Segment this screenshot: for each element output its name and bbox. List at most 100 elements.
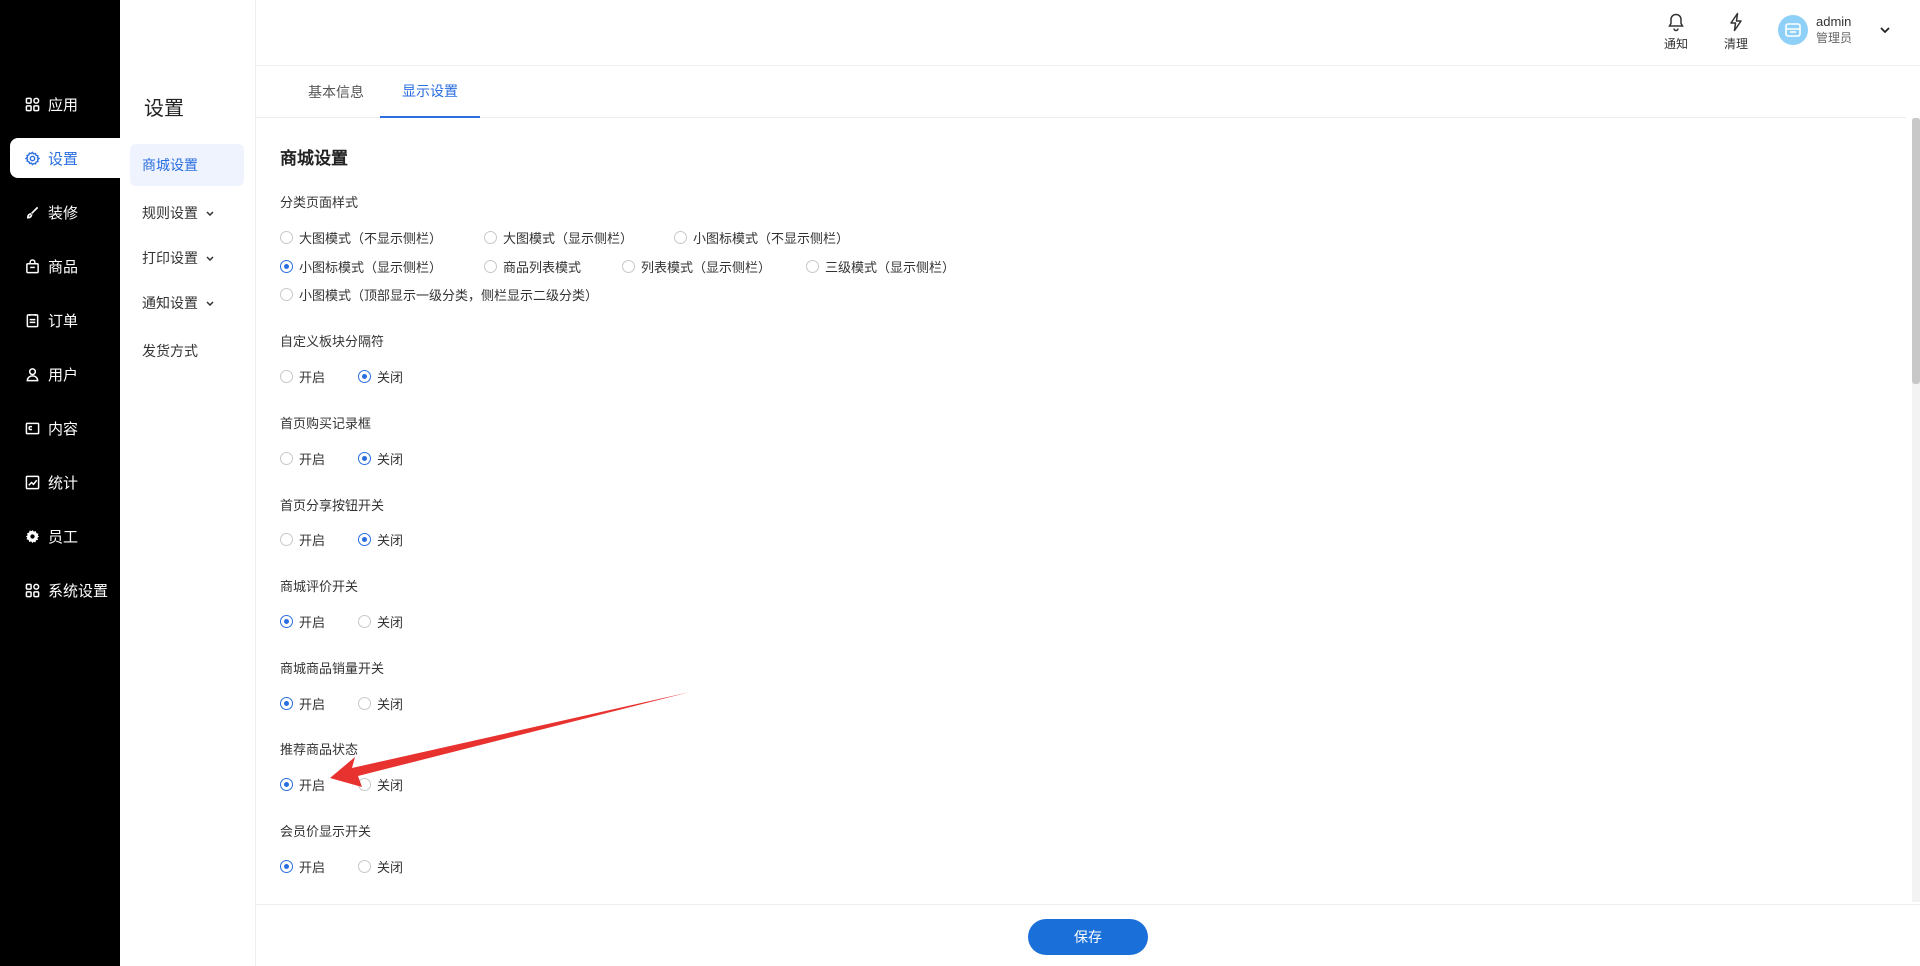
user-name: admin xyxy=(1816,14,1852,29)
radio-label: 关闭 xyxy=(377,860,404,875)
radio-review-off[interactable]: 关闭 xyxy=(358,612,403,631)
radio-dot xyxy=(280,231,293,244)
radio-dot xyxy=(280,778,293,791)
radio-label: 开启 xyxy=(299,370,326,385)
radio-dot xyxy=(280,370,293,383)
radio-member-price-off[interactable]: 关闭 xyxy=(358,857,403,876)
sub-sidebar-title: 设置 xyxy=(144,98,184,120)
bell-icon xyxy=(1668,13,1684,32)
radio-label: 小图标模式（不显示侧栏） xyxy=(693,231,850,246)
sub-item-label: 打印设置 xyxy=(142,250,198,266)
radio-share-button-off[interactable]: 关闭 xyxy=(358,530,403,549)
radio-category-style-5[interactable]: 列表模式（显示侧栏） xyxy=(622,257,771,276)
nav-item-label: 用户 xyxy=(48,366,79,384)
nav-item-content[interactable]: 内容 xyxy=(10,408,120,448)
left-nav: 应用 设置 装修 商品 订单 用户 内容 统计 员工 系统设置 xyxy=(0,0,120,966)
radio-category-style-0[interactable]: 大图模式（不显示侧栏） xyxy=(280,228,442,247)
radio-category-style-7[interactable]: 小图模式（顶部显示一级分类，侧栏显示二级分类） xyxy=(280,285,598,304)
sub-item-label: 规则设置 xyxy=(142,205,198,221)
nav-item-system-settings[interactable]: 系统设置 xyxy=(10,570,120,610)
nav-item-label: 订单 xyxy=(48,312,79,330)
nav-item-staff[interactable]: 员工 xyxy=(10,516,120,556)
gear-icon xyxy=(24,150,40,166)
radio-dot xyxy=(280,288,293,301)
radio-block-separator-off[interactable]: 关闭 xyxy=(358,367,403,386)
cog-icon xyxy=(24,528,40,544)
sub-item-print-settings[interactable]: 打印设置 xyxy=(130,237,244,279)
avatar xyxy=(1778,15,1808,45)
radio-dot xyxy=(280,860,293,873)
sub-item-mall-settings[interactable]: 商城设置 xyxy=(130,144,244,186)
clean-label: 清理 xyxy=(1723,37,1748,51)
save-button[interactable]: 保存 xyxy=(1028,919,1148,955)
nav-item-label: 应用 xyxy=(48,96,79,114)
user-menu[interactable]: admin 管理员 xyxy=(1778,14,1890,46)
radio-block-separator-on[interactable]: 开启 xyxy=(280,367,325,386)
main-content: 基本信息 显示设置 商城设置 分类页面样式 大图模式（不显示侧栏） 大图模式（显… xyxy=(256,66,1920,966)
top-header: 通知 清理 admin 管理员 xyxy=(120,0,1920,66)
radio-recommend-off[interactable]: 关闭 xyxy=(358,775,403,794)
radio-share-button-on[interactable]: 开启 xyxy=(280,530,325,549)
nav-item-orders[interactable]: 订单 xyxy=(10,300,120,340)
setting-label-sales: 商城商品销量开关 xyxy=(280,661,385,676)
radio-label: 大图模式（显示侧栏） xyxy=(503,231,634,246)
radio-review-on[interactable]: 开启 xyxy=(280,612,325,631)
chevron-down-icon[interactable] xyxy=(1880,23,1890,37)
section-title: 商城设置 xyxy=(280,149,348,168)
brush-icon xyxy=(24,204,40,220)
radio-category-style-6[interactable]: 三级模式（显示侧栏） xyxy=(806,257,955,276)
setting-label-purchase-record: 首页购买记录框 xyxy=(280,416,372,431)
tab-bar: 基本信息 显示设置 xyxy=(256,66,1906,118)
bag-icon xyxy=(24,258,40,274)
radio-sales-on[interactable]: 开启 xyxy=(280,694,325,713)
radio-label: 大图模式（不显示侧栏） xyxy=(299,231,443,246)
setting-label-block-separator: 自定义板块分隔符 xyxy=(280,334,385,349)
radio-label: 三级模式（显示侧栏） xyxy=(825,260,956,275)
nav-item-settings[interactable]: 设置 xyxy=(10,138,120,178)
radio-label: 开启 xyxy=(299,615,326,630)
clean-button[interactable]: 清理 xyxy=(1716,10,1756,54)
radio-dot xyxy=(280,533,293,546)
nav-item-label: 内容 xyxy=(48,420,79,438)
radio-dot xyxy=(806,260,819,273)
radio-category-style-3[interactable]: 小图标模式（显示侧栏） xyxy=(280,257,442,276)
radio-dot xyxy=(674,231,687,244)
radio-dot xyxy=(280,452,293,465)
grid-icon xyxy=(24,582,40,598)
sub-item-notify-settings[interactable]: 通知设置 xyxy=(130,282,244,324)
radio-label: 开启 xyxy=(299,697,326,712)
sub-item-rule-settings[interactable]: 规则设置 xyxy=(130,192,244,234)
grid-icon xyxy=(24,96,40,112)
radio-recommend-on[interactable]: 开启 xyxy=(280,775,325,794)
radio-category-style-1[interactable]: 大图模式（显示侧栏） xyxy=(484,228,633,247)
scrollbar-thumb[interactable] xyxy=(1912,118,1920,384)
radio-category-style-4[interactable]: 商品列表模式 xyxy=(484,257,581,276)
sub-item-delivery-methods[interactable]: 发货方式 xyxy=(130,330,244,372)
document-icon xyxy=(24,420,40,436)
radio-dot xyxy=(358,615,371,628)
radio-dot xyxy=(358,370,371,383)
radio-purchase-record-on[interactable]: 开启 xyxy=(280,449,325,468)
tab-basic-info[interactable]: 基本信息 xyxy=(280,66,392,118)
radio-member-price-on[interactable]: 开启 xyxy=(280,857,325,876)
nav-item-statistics[interactable]: 统计 xyxy=(10,462,120,502)
nav-item-apps[interactable]: 应用 xyxy=(10,84,120,124)
radio-label: 开启 xyxy=(299,452,326,467)
radio-purchase-record-off[interactable]: 关闭 xyxy=(358,449,403,468)
radio-label: 关闭 xyxy=(377,615,404,630)
sub-item-label: 通知设置 xyxy=(142,295,198,311)
radio-dot xyxy=(358,697,371,710)
notify-button[interactable]: 通知 xyxy=(1656,10,1696,54)
lightning-icon xyxy=(1730,12,1742,32)
radio-label: 关闭 xyxy=(377,697,404,712)
footer-bar: 保存 xyxy=(256,904,1920,966)
nav-item-goods[interactable]: 商品 xyxy=(10,246,120,286)
radio-sales-off[interactable]: 关闭 xyxy=(358,694,403,713)
nav-item-label: 系统设置 xyxy=(48,582,109,600)
tab-display-settings[interactable]: 显示设置 xyxy=(380,66,480,118)
sub-sidebar: 设置 商城设置 规则设置 打印设置 通知设置 发货方式 xyxy=(120,0,256,966)
nav-item-decoration[interactable]: 装修 xyxy=(10,192,120,232)
radio-category-style-2[interactable]: 小图标模式（不显示侧栏） xyxy=(674,228,849,247)
nav-item-users[interactable]: 用户 xyxy=(10,354,120,394)
radio-label: 小图标模式（显示侧栏） xyxy=(299,260,443,275)
